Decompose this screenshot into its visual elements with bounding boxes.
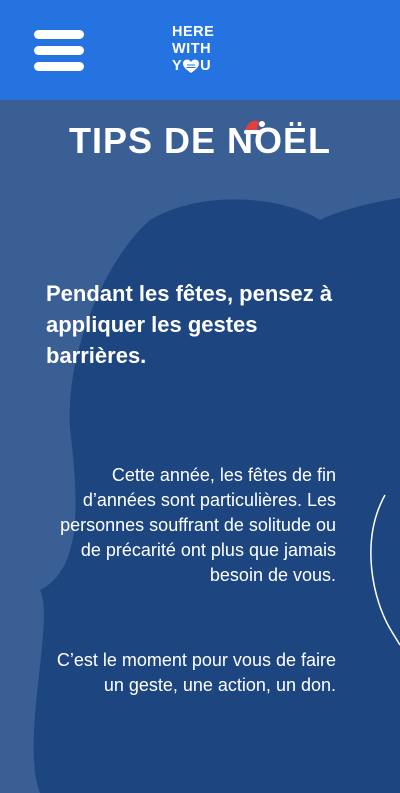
logo-letter-u: U xyxy=(200,58,212,74)
paragraph-2: C’est le moment pour vous de faire un ge… xyxy=(56,650,336,695)
menu-line xyxy=(34,46,84,55)
top-navigation-bar: HERE WITH Y U xyxy=(0,0,400,100)
heart-icon xyxy=(183,59,200,73)
paragraph-1: Cette année, les fêtes de fin d’années s… xyxy=(60,465,336,585)
logo-line-1: HERE xyxy=(172,24,215,40)
menu-line xyxy=(34,62,84,71)
subtitle: Pendant les fêtes, pensez à appliquer le… xyxy=(46,281,333,368)
logo-letter-y: Y xyxy=(172,58,183,74)
menu-line xyxy=(34,30,84,39)
here-with-you-logo[interactable]: HERE WITH Y U xyxy=(172,24,214,75)
logo-line-2: WITH xyxy=(172,41,212,57)
logo-line-3: Y U xyxy=(172,58,214,75)
page-title: TIPS DE NOËL xyxy=(68,120,332,161)
hamburger-menu-icon[interactable] xyxy=(34,30,84,72)
santa-hat-icon xyxy=(244,120,265,134)
